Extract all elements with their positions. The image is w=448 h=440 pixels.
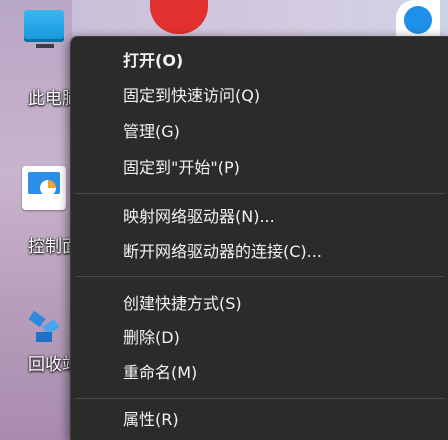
menu-item-pin-start[interactable]: 固定到"开始"(P) bbox=[123, 152, 240, 184]
menu-separator bbox=[75, 398, 445, 399]
partial-app-icon bbox=[396, 0, 440, 36]
menu-item-create-shortcut[interactable]: 创建快捷方式(S) bbox=[123, 288, 242, 320]
menu-item-open[interactable]: 打开(O) bbox=[123, 45, 183, 77]
monitor-stand bbox=[36, 44, 54, 48]
computer-icon[interactable] bbox=[24, 10, 64, 42]
recycle-arrow-3 bbox=[36, 332, 52, 342]
menu-item-pin-quick-access[interactable]: 固定到快速访问(Q) bbox=[123, 80, 260, 112]
control-panel-icon[interactable] bbox=[22, 166, 66, 210]
control-panel-chart bbox=[40, 180, 56, 196]
menu-item-disconnect-network-drive[interactable]: 断开网络驱动器的连接(C)... bbox=[123, 236, 322, 268]
recycle-bin-icon[interactable] bbox=[26, 308, 64, 348]
menu-item-properties[interactable]: 属性(R) bbox=[123, 404, 179, 436]
menu-item-rename[interactable]: 重命名(M) bbox=[123, 357, 197, 389]
recycle-arrow-1 bbox=[28, 310, 46, 328]
blue-circle-icon bbox=[404, 6, 432, 34]
menu-item-manage[interactable]: 管理(G) bbox=[123, 116, 180, 148]
menu-separator bbox=[75, 276, 445, 277]
context-menu: 打开(O) 固定到快速访问(Q) 管理(G) 固定到"开始"(P) 映射网络驱动… bbox=[70, 36, 448, 440]
menu-separator bbox=[75, 193, 445, 194]
menu-item-map-network-drive[interactable]: 映射网络驱动器(N)... bbox=[123, 201, 275, 233]
menu-item-delete[interactable]: 删除(D) bbox=[123, 322, 180, 354]
desktop-wallpaper bbox=[72, 0, 448, 36]
